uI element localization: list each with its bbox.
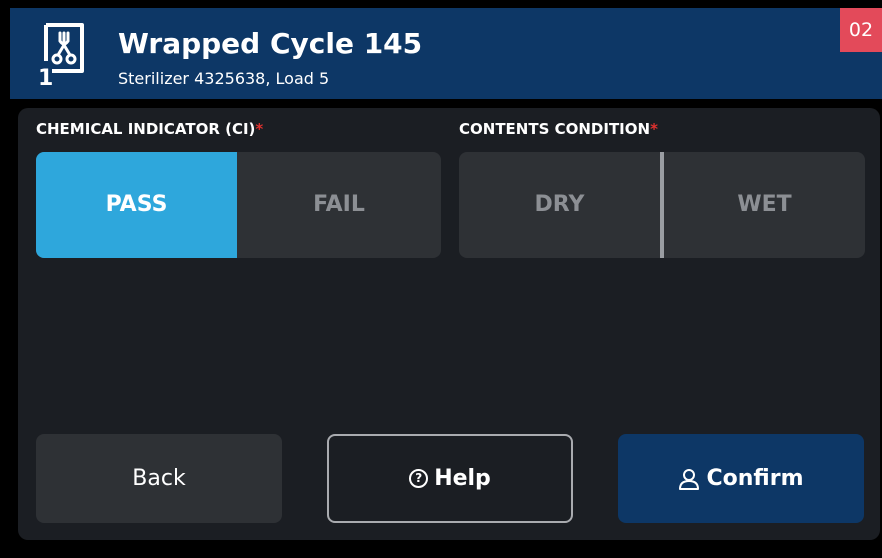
required-marker: * — [650, 120, 658, 138]
chemical-indicator-label: CHEMICAL INDICATOR (CI)* — [36, 120, 264, 138]
sterilizer-tray-icon: 1 — [38, 23, 84, 87]
page-title: Wrapped Cycle 145 — [118, 27, 423, 60]
screen: 1 Wrapped Cycle 145 Sterilizer 4325638, … — [0, 0, 882, 558]
help-button-label: Help — [434, 466, 491, 491]
contents-condition-label: CONTENTS CONDITION* — [459, 120, 658, 138]
confirm-button-label: Confirm — [706, 466, 804, 491]
back-button[interactable]: Back — [36, 434, 282, 523]
confirm-button[interactable]: Confirm — [618, 434, 864, 523]
logo-digit: 1 — [38, 66, 53, 87]
ci-fail-button[interactable]: FAIL — [237, 152, 441, 258]
header-bar: 1 Wrapped Cycle 145 Sterilizer 4325638, … — [10, 8, 882, 99]
page-subtitle: Sterilizer 4325638, Load 5 — [118, 69, 330, 88]
condition-wet-button[interactable]: WET — [664, 152, 865, 258]
page-badge: 02 — [840, 8, 882, 52]
question-circle-icon: ? — [409, 469, 429, 488]
user-icon — [679, 468, 700, 490]
help-button[interactable]: ? Help — [327, 434, 573, 523]
ci-pass-button[interactable]: PASS — [36, 152, 237, 258]
contents-condition-toggle: DRY WET — [459, 152, 865, 258]
condition-dry-button[interactable]: DRY — [459, 152, 660, 258]
back-button-label: Back — [132, 466, 186, 491]
required-marker: * — [255, 120, 264, 138]
chemical-indicator-toggle: PASS FAIL — [36, 152, 441, 258]
